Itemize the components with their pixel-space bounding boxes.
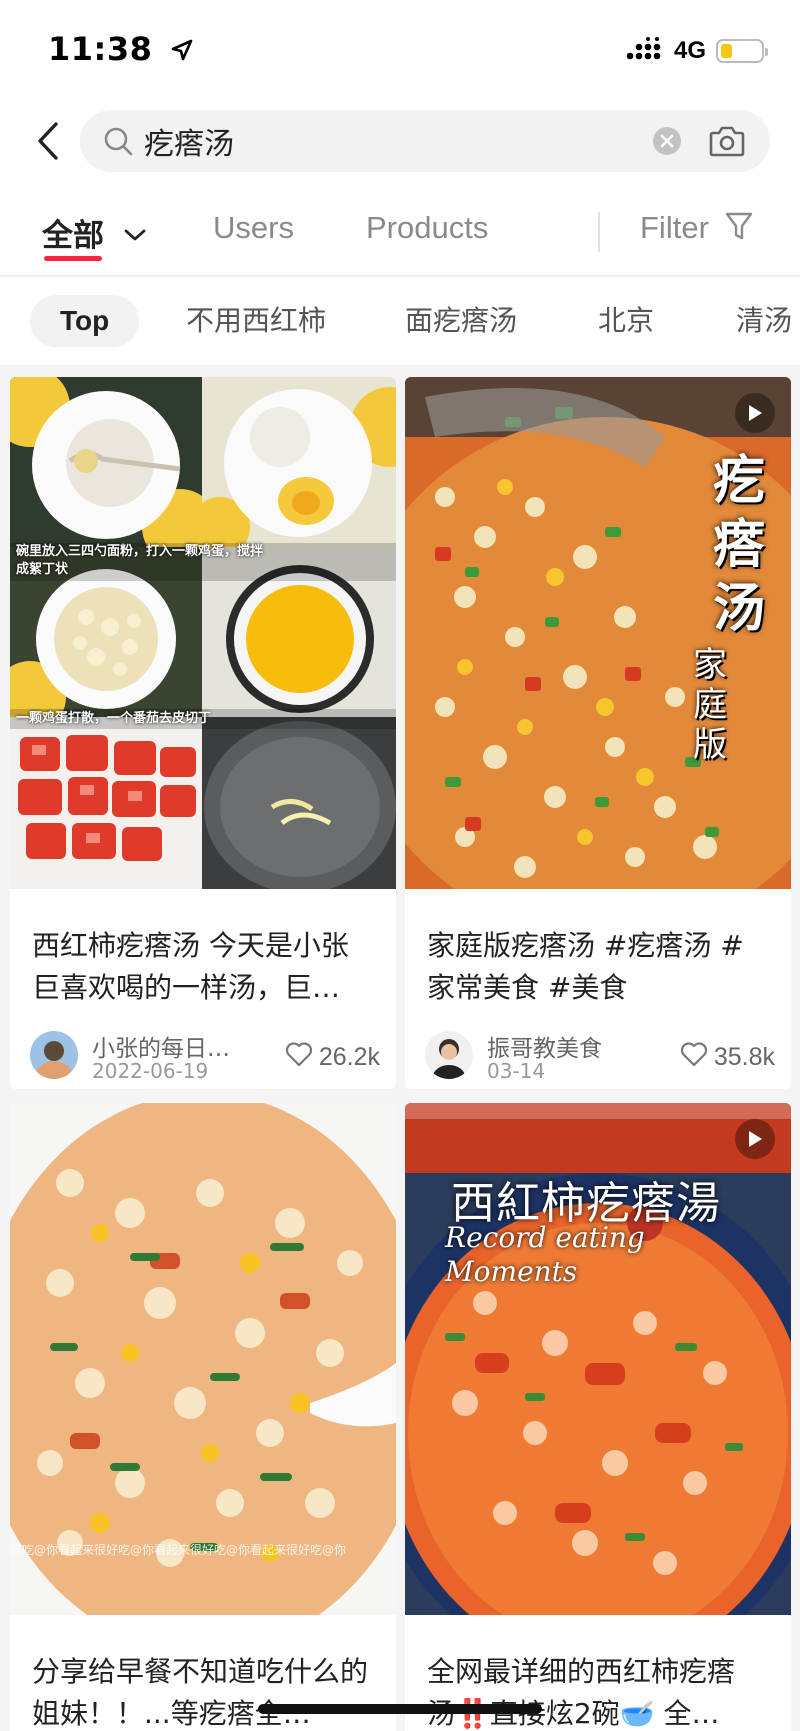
post-title: 西红柿疙瘩汤 今天是小张巨喜欢喝的一样汤，巨… bbox=[32, 929, 349, 1004]
signal-dots-icon bbox=[626, 37, 664, 65]
filter-chips: Top 不用西红柿 面疙瘩汤 北京 清汤 bbox=[0, 277, 800, 365]
heart-icon bbox=[680, 1041, 708, 1074]
post-meta: 小张的每日… 2022-06-19 26.2k bbox=[30, 1029, 380, 1083]
image-caption-1: 碗里放入三四勺面粉，打入一颗鸡蛋，搅拌成絮丁状 bbox=[16, 544, 264, 577]
search-type-tabs: 全部 Users Products Filter bbox=[0, 190, 800, 276]
search-box[interactable] bbox=[80, 110, 770, 172]
chevron-left-icon bbox=[36, 121, 60, 165]
video-play-icon bbox=[735, 1119, 775, 1159]
tab-products[interactable]: Products bbox=[366, 210, 488, 246]
filter-label: Filter bbox=[640, 210, 709, 245]
like-button[interactable]: 26.2k bbox=[285, 1041, 380, 1074]
video-play-icon bbox=[735, 393, 775, 433]
filter-button[interactable]: Filter bbox=[640, 210, 754, 250]
author-name[interactable]: 振哥教美食 bbox=[487, 1029, 602, 1063]
location-arrow-icon bbox=[170, 32, 194, 70]
tab-all[interactable]: 全部 bbox=[42, 210, 147, 255]
heart-icon bbox=[285, 1041, 313, 1074]
status-time-text: 11:38 bbox=[48, 30, 153, 68]
like-count: 35.8k bbox=[713, 1043, 775, 1071]
post-date: 2022-06-19 bbox=[92, 1059, 209, 1083]
network-label: 4G bbox=[673, 37, 706, 64]
chip-beijing[interactable]: 北京 bbox=[598, 295, 654, 347]
post-title: 分享给早餐不知道吃什么的姐妹！！...等疙瘩全… bbox=[32, 1655, 369, 1730]
post-title: 家庭版疙瘩汤 #疙瘩汤 #家常美食 #美食 bbox=[427, 929, 744, 1004]
cover-watermark: 好吃@你看起来很好吃@你看起来很好吃@你看起来很好吃@你 bbox=[10, 1543, 347, 1557]
post-cover-image: 好吃@你看起来很好吃@你看起来很好吃@你看起来很好吃@你 bbox=[10, 1103, 396, 1615]
status-bar: 11:38 4G bbox=[0, 0, 800, 100]
camera-icon[interactable] bbox=[708, 123, 746, 163]
like-button[interactable]: 35.8k bbox=[680, 1041, 775, 1074]
post-date: 03-14 bbox=[487, 1059, 546, 1083]
battery-fill bbox=[721, 44, 733, 58]
post-cover-image: 西紅柿疙瘩湯 Record eating Moments bbox=[405, 1103, 791, 1615]
author-name[interactable]: 小张的每日… bbox=[92, 1029, 230, 1063]
avatar[interactable] bbox=[425, 1031, 473, 1079]
like-count: 26.2k bbox=[318, 1043, 380, 1071]
battery-icon bbox=[716, 39, 768, 63]
post-title: 全网最详细的西红柿疙瘩汤‼️直接炫2碗🥣 全… bbox=[427, 1655, 736, 1730]
chip-no-tomato[interactable]: 不用西红柿 bbox=[186, 295, 326, 347]
cover-overlay-title: 疙瘩汤 bbox=[713, 450, 766, 639]
chip-top[interactable]: Top bbox=[30, 295, 140, 347]
status-time: 11:38 bbox=[48, 30, 194, 70]
post-cover-image: 碗里放入三四勺面粉，打入一颗鸡蛋，搅拌成絮丁状 一颗鸡蛋打散，一个番茄去皮切丁 bbox=[10, 377, 396, 889]
active-tab-indicator bbox=[44, 256, 102, 261]
status-right: 4G bbox=[626, 36, 768, 66]
chip-clear-soup[interactable]: 清汤 bbox=[736, 295, 792, 347]
post-card[interactable]: 碗里放入三四勺面粉，打入一颗鸡蛋，搅拌成絮丁状 一颗鸡蛋打散，一个番茄去皮切丁 … bbox=[10, 377, 396, 1089]
back-button[interactable] bbox=[28, 118, 68, 168]
funnel-icon bbox=[724, 210, 754, 250]
image-caption-2: 一颗鸡蛋打散，一个番茄去皮切丁 bbox=[16, 711, 212, 726]
search-header bbox=[0, 100, 800, 190]
tab-users[interactable]: Users bbox=[213, 210, 294, 246]
cover-overlay-subtitle: Record eating Moments bbox=[445, 1221, 645, 1288]
clear-icon[interactable] bbox=[652, 126, 682, 160]
cover-overlay-subtitle: 家庭版 bbox=[693, 645, 727, 765]
post-card[interactable]: 好吃@你看起来很好吃@你看起来很好吃@你看起来很好吃@你 分享给早餐不知道吃什么… bbox=[10, 1103, 396, 1731]
post-card[interactable]: 西紅柿疙瘩湯 Record eating Moments 全网最详细的西红柿疙瘩… bbox=[405, 1103, 791, 1731]
results-feed: 碗里放入三四勺面粉，打入一颗鸡蛋，搅拌成絮丁状 一颗鸡蛋打散，一个番茄去皮切丁 … bbox=[0, 365, 800, 1731]
post-card[interactable]: 疙瘩汤 家庭版 家庭版疙瘩汤 #疙瘩汤 #家常美食 #美食 振哥教美食 03-1… bbox=[405, 377, 791, 1089]
post-cover-image: 疙瘩汤 家庭版 bbox=[405, 377, 791, 889]
tab-all-label: 全部 bbox=[42, 218, 104, 253]
avatar[interactable] bbox=[30, 1031, 78, 1079]
search-icon bbox=[102, 125, 134, 161]
tab-divider bbox=[598, 212, 600, 252]
chevron-down-icon bbox=[123, 214, 147, 250]
post-meta: 振哥教美食 03-14 35.8k bbox=[425, 1029, 775, 1083]
home-indicator[interactable] bbox=[258, 1704, 542, 1714]
search-input[interactable] bbox=[144, 110, 644, 172]
chip-noodle-soup[interactable]: 面疙瘩汤 bbox=[405, 295, 517, 347]
